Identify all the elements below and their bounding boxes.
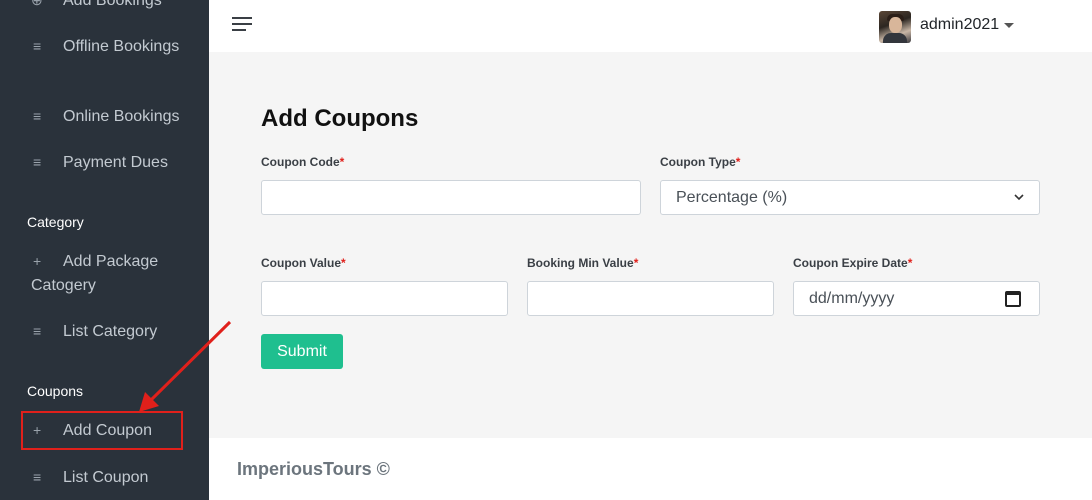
list-icon: ≡ bbox=[33, 323, 42, 339]
list-icon: ≡ bbox=[33, 154, 42, 170]
list-icon: ≡ bbox=[33, 108, 42, 124]
sidebar-item-label: Offline Bookings bbox=[63, 38, 180, 55]
coupon-code-label: Coupon Code* bbox=[261, 155, 345, 169]
calendar-icon[interactable] bbox=[1005, 291, 1021, 307]
sidebar-item-label: Payment Dues bbox=[63, 154, 168, 171]
coupon-type-value: Percentage (%) bbox=[676, 189, 788, 206]
sidebar-item-list-coupon[interactable]: ≡ List Coupon bbox=[31, 465, 201, 490]
coupon-expire-date-input[interactable]: dd/mm/yyyy bbox=[793, 281, 1040, 316]
sidebar-item-list-category[interactable]: ≡ List Category bbox=[31, 319, 201, 344]
add-icon: ⊕ bbox=[31, 0, 43, 8]
required-mark: * bbox=[341, 256, 346, 270]
required-mark: * bbox=[339, 155, 345, 169]
topbar: admin2021 bbox=[209, 0, 1092, 52]
submit-button[interactable]: Submit bbox=[261, 334, 343, 369]
date-placeholder: dd/mm/yyyy bbox=[809, 290, 895, 307]
sidebar-item-payment-dues[interactable]: ≡ Payment Dues bbox=[31, 150, 201, 175]
coupon-type-select[interactable]: Percentage (%) bbox=[660, 180, 1040, 215]
sidebar-section-category: Category bbox=[27, 214, 84, 230]
annotation-highlight-box bbox=[21, 411, 183, 450]
list-icon: ≡ bbox=[33, 38, 42, 54]
sidebar-item-label: Online Bookings bbox=[63, 108, 180, 125]
footer: ImperiousTours © bbox=[209, 438, 1092, 500]
required-mark: * bbox=[907, 256, 913, 270]
sidebar-item-add-bookings[interactable]: ⊕ Add Bookings bbox=[31, 0, 201, 13]
sidebar-item-label: List Category bbox=[63, 323, 158, 340]
footer-copyright: ImperiousTours © bbox=[237, 459, 390, 479]
coupon-code-input[interactable] bbox=[261, 180, 641, 215]
required-mark: * bbox=[633, 256, 639, 270]
required-mark: * bbox=[735, 155, 741, 169]
list-icon: ≡ bbox=[33, 469, 42, 485]
coupon-type-label: Coupon Type* bbox=[660, 155, 741, 169]
coupon-expire-date-label: Coupon Expire Date* bbox=[793, 256, 913, 270]
coupon-value-input[interactable] bbox=[261, 281, 508, 316]
chevron-down-icon bbox=[1014, 194, 1024, 201]
sidebar-item-add-package-category[interactable]: + Add Package Catogery bbox=[31, 249, 201, 298]
sidebar-item-label: List Coupon bbox=[63, 469, 149, 486]
booking-min-value-label: Booking Min Value* bbox=[527, 256, 639, 270]
plus-icon: + bbox=[33, 253, 42, 269]
sidebar-item-offline-bookings[interactable]: ≡ Offline Bookings bbox=[31, 34, 201, 59]
booking-min-value-input[interactable] bbox=[527, 281, 774, 316]
sidebar-section-coupons: Coupons bbox=[27, 383, 84, 399]
page-title: Add Coupons bbox=[261, 105, 419, 132]
user-menu-name[interactable]: admin2021 bbox=[920, 16, 999, 34]
sidebar-item-online-bookings[interactable]: ≡ Online Bookings bbox=[31, 104, 201, 129]
caret-down-icon[interactable] bbox=[1004, 23, 1014, 28]
hamburger-menu-icon[interactable] bbox=[232, 17, 252, 33]
sidebar-item-label: Add Bookings bbox=[63, 0, 162, 9]
coupon-value-label: Coupon Value* bbox=[261, 256, 346, 270]
avatar[interactable] bbox=[879, 11, 911, 43]
